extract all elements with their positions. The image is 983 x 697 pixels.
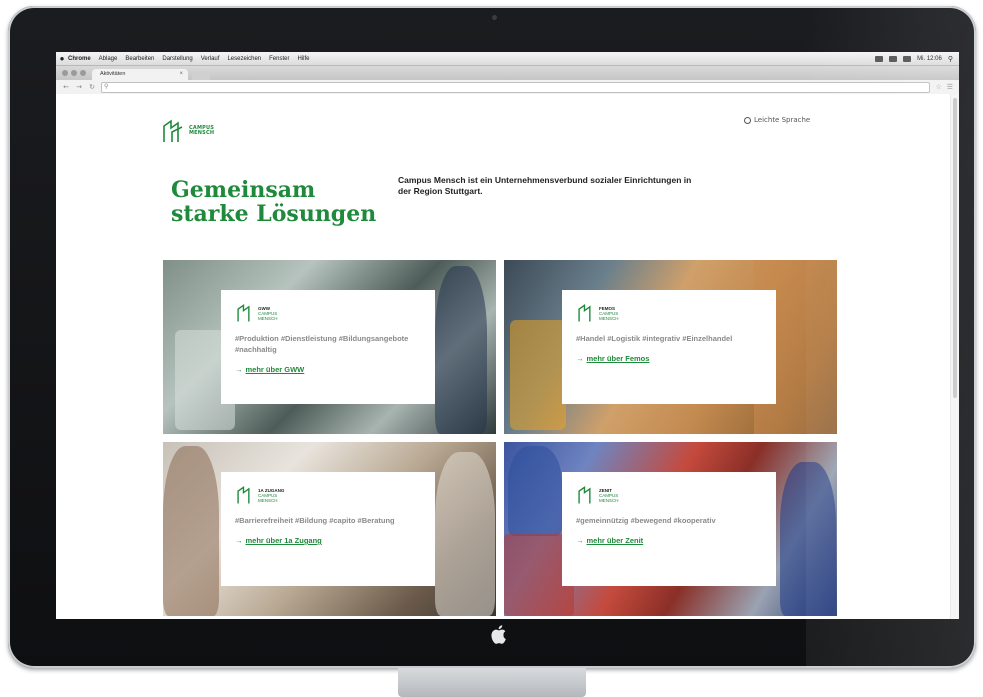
photo-man-glasses	[163, 446, 219, 616]
menu-chrome[interactable]: Chrome	[68, 56, 91, 62]
company-sub-2: MENSCH	[599, 315, 619, 321]
company-logo-icon	[237, 485, 250, 504]
more-link[interactable]: → mehr über GWW	[235, 365, 421, 374]
mac-menubar: ● Chrome Ablage Bearbeiten Darstellung V…	[56, 52, 959, 66]
web-page: CAMPUS MENSCH Leichte Sprache Gemeinsam …	[56, 94, 951, 619]
company-logo-icon	[237, 303, 250, 322]
close-tab-icon[interactable]: ×	[179, 69, 183, 80]
tile-1a-zugang[interactable]: 1A ZUGANG CAMPUS MENSCH #Barrierefreiheit …	[163, 442, 496, 616]
more-link[interactable]: → mehr über 1a Zugang	[235, 536, 421, 545]
page-headline: Gemeinsam starke Lösungen	[171, 178, 376, 226]
window-controls	[62, 70, 86, 76]
company-tags: #Barrierefreiheit #Bildung #capito #Bera…	[235, 516, 395, 525]
photo-worker-right	[780, 462, 836, 616]
card-logo: FEMOS CAMPUS MENSCH	[576, 302, 762, 324]
battery-icon[interactable]	[903, 55, 912, 62]
menubar-clock[interactable]: Mi. 12:06	[917, 56, 942, 62]
scrollbar-thumb[interactable]	[953, 98, 957, 398]
menu-darstellung[interactable]: Darstellung	[162, 56, 192, 62]
back-icon[interactable]: ←	[62, 83, 70, 91]
logo-wordmark: CAMPUS MENSCH	[189, 125, 215, 137]
tile-femos[interactable]: FEMOS CAMPUS MENSCH #Handel #Logistik #int…	[504, 260, 837, 434]
apple-logo-icon	[491, 625, 506, 644]
forward-icon[interactable]: →	[75, 83, 83, 91]
apple-menu-icon[interactable]: ●	[56, 54, 68, 63]
tile-zenit[interactable]: ZENIT CAMPUS MENSCH #gemeinnützig #bewegen…	[504, 442, 837, 616]
company-tags: #gemeinnützig #bewegend #kooperativ	[576, 516, 716, 525]
tab-strip: Aktivitäten ×	[56, 66, 959, 80]
more-link-label: mehr über GWW	[245, 365, 305, 374]
company-sub-2: MENSCH	[258, 315, 278, 321]
browser-tab[interactable]: Aktivitäten ×	[92, 69, 188, 80]
arrow-right-icon: →	[576, 354, 584, 363]
language-switch[interactable]: Leichte Sprache	[744, 116, 810, 124]
bookmark-star-icon[interactable]: ☆	[935, 83, 941, 91]
arrow-right-icon: →	[235, 536, 243, 545]
minimize-window-button[interactable]	[71, 70, 77, 76]
volume-icon[interactable]	[889, 55, 898, 62]
tile-card: GWW CAMPUS MENSCH #Produktion #Dienstleist…	[221, 290, 435, 404]
more-link-label: mehr über 1a Zugang	[245, 536, 322, 545]
menu-fenster[interactable]: Fenster	[269, 56, 289, 62]
menu-bearbeiten[interactable]: Bearbeiten	[125, 56, 154, 62]
tile-card: 1A ZUGANG CAMPUS MENSCH #Barrierefreiheit …	[221, 472, 435, 586]
menu-lesezeichen[interactable]: Lesezeichen	[227, 56, 261, 62]
zoom-window-button[interactable]	[80, 70, 86, 76]
arrow-right-icon: →	[576, 536, 584, 545]
menu-hilfe[interactable]: Hilfe	[297, 56, 309, 62]
campus-mensch-logo-icon	[163, 119, 183, 142]
tile-gww[interactable]: GWW CAMPUS MENSCH #Produktion #Dienstleist…	[163, 260, 496, 434]
headline-line-1: Gemeinsam	[171, 177, 316, 203]
address-bar[interactable]	[101, 81, 931, 93]
company-logo-icon	[578, 303, 591, 322]
menu-ablage[interactable]: Ablage	[99, 56, 118, 62]
spotlight-icon[interactable]: ⚲	[948, 55, 953, 63]
tile-card: ZENIT CAMPUS MENSCH #gemeinnützig #bewegen…	[562, 472, 776, 586]
wifi-icon[interactable]	[875, 55, 884, 62]
company-tags: #Handel #Logistik #integrativ #Einzelhan…	[576, 334, 733, 343]
photo-worker-blue	[508, 446, 562, 536]
more-link[interactable]: → mehr über Femos	[576, 354, 762, 363]
company-logo-icon	[578, 485, 591, 504]
camera-dot	[492, 15, 497, 20]
more-link[interactable]: → mehr über Zenit	[576, 536, 762, 545]
company-grid: GWW CAMPUS MENSCH #Produktion #Dienstleist…	[163, 260, 837, 619]
menu-icon[interactable]: ☰	[947, 83, 953, 91]
more-link-label: mehr über Femos	[586, 354, 650, 363]
headline-line-2: starke Lösungen	[171, 201, 377, 227]
menu-verlauf[interactable]: Verlauf	[201, 56, 220, 62]
card-logo: ZENIT CAMPUS MENSCH	[576, 484, 762, 506]
arrow-right-icon: →	[235, 365, 243, 374]
page-scrollbar[interactable]	[950, 94, 959, 619]
close-window-button[interactable]	[62, 70, 68, 76]
new-tab-button[interactable]	[192, 71, 210, 80]
tile-card: FEMOS CAMPUS MENSCH #Handel #Logistik #int…	[562, 290, 776, 404]
photo-woman	[435, 452, 495, 616]
photo-worker	[435, 266, 487, 434]
card-logo: 1A ZUGANG CAMPUS MENSCH	[235, 484, 421, 506]
company-sub-2: MENSCH	[258, 497, 278, 503]
language-link[interactable]: Leichte Sprache	[754, 116, 810, 124]
screen: ● Chrome Ablage Bearbeiten Darstellung V…	[56, 52, 959, 619]
status-area: Mi. 12:06 ⚲	[875, 55, 959, 63]
company-tags: #Produktion #Dienstleistung #Bildungsang…	[235, 334, 409, 354]
site-logo[interactable]: CAMPUS MENSCH	[160, 118, 214, 144]
company-sub-2: MENSCH	[599, 497, 619, 503]
more-link-label: mehr über Zenit	[586, 536, 644, 545]
monitor-stand	[398, 668, 586, 697]
intro-text: Campus Mensch ist ein Unternehmensverbun…	[398, 175, 692, 196]
tab-title: Aktivitäten	[100, 71, 126, 77]
toolbar: ← → ↻ ☆ ☰	[56, 80, 959, 95]
reload-icon[interactable]: ↻	[88, 83, 96, 91]
photo-forklift	[510, 320, 566, 430]
card-logo: GWW CAMPUS MENSCH	[235, 302, 421, 324]
globe-icon	[744, 116, 751, 124]
imac-monitor: ● Chrome Ablage Bearbeiten Darstellung V…	[8, 6, 976, 668]
logo-line-2: MENSCH	[189, 130, 215, 136]
